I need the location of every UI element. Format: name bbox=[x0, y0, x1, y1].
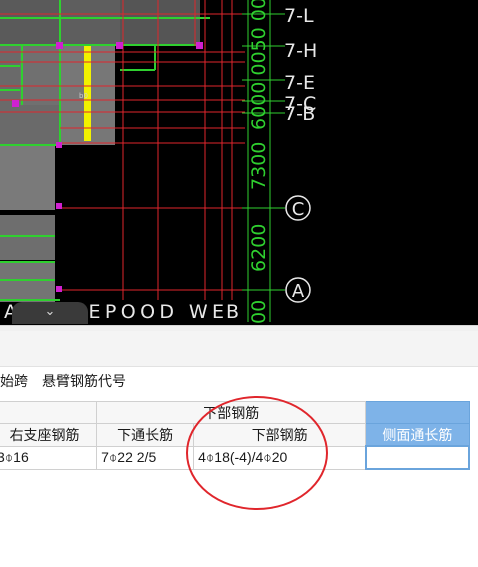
link-cantilever-code[interactable]: 悬臂钢筋代号 bbox=[42, 371, 126, 391]
column-header-side-through[interactable]: 侧面通长筋 bbox=[365, 423, 470, 447]
cell-right-support[interactable]: 3⌽16 bbox=[0, 445, 98, 470]
slab-block bbox=[0, 145, 55, 210]
axis-bubble-a[interactable]: A bbox=[285, 277, 311, 303]
cell-bottom-rebar[interactable]: 4⌽18(-4)/4⌽20 bbox=[193, 445, 367, 470]
axis-bubble-label: A bbox=[292, 281, 305, 302]
beam-properties-panel: 始跨 悬臂钢筋代号 下部钢筋 右支座钢筋 下通长筋 下部钢筋 侧面通长筋 3⌽1… bbox=[0, 331, 478, 567]
axis-labels: 7-L 7-H 7-E 7-C 7-B bbox=[284, 5, 317, 125]
dimension-text-6200: 6200 bbox=[248, 224, 270, 272]
slab-block bbox=[120, 0, 200, 45]
slab-block bbox=[0, 215, 55, 260]
chevron-down-icon: ⌄ bbox=[44, 303, 56, 318]
cad-drawing-canvas[interactable]: b0 6000 0050 0050 00 7300 6200 00 7-L 7-… bbox=[0, 0, 478, 325]
dimension-text-00: 00 bbox=[248, 300, 270, 324]
beam-tag: b0 bbox=[79, 92, 88, 100]
link-start-span[interactable]: 始跨 bbox=[0, 371, 28, 391]
table-row: 3⌽16 7⌽22 2/5 4⌽18(-4)/4⌽20 bbox=[0, 445, 471, 470]
axis-label: 7-E bbox=[284, 72, 315, 94]
cell-bottom-through[interactable]: 7⌽22 2/5 bbox=[96, 445, 195, 470]
column-header-right-support[interactable]: 右支座钢筋 bbox=[0, 423, 98, 447]
axis-bubble-label: C bbox=[292, 199, 305, 220]
dimension-text-7300: 7300 bbox=[248, 142, 270, 190]
axis-label: 7-L bbox=[284, 5, 314, 27]
table-header-group-row: 下部钢筋 bbox=[0, 401, 470, 424]
rebar-table: 下部钢筋 右支座钢筋 下通长筋 下部钢筋 侧面通长筋 3⌽16 7⌽22 2/5… bbox=[0, 401, 471, 470]
table-header-selected-group bbox=[365, 401, 470, 424]
slab-block bbox=[0, 105, 60, 145]
slab-block bbox=[60, 0, 120, 45]
axis-label: 7-B bbox=[284, 103, 315, 125]
axis-label: 7-H bbox=[284, 40, 317, 62]
panel-toolbar bbox=[0, 331, 478, 367]
cad-drawing[interactable]: b0 6000 0050 0050 00 7300 6200 00 7-L 7-… bbox=[0, 0, 478, 325]
dimension-text-top: 6000 0050 0050 00 bbox=[248, 0, 270, 130]
axis-bubble-c[interactable]: C bbox=[285, 195, 311, 221]
slab-block bbox=[20, 45, 60, 105]
table-group-header: 下部钢筋 bbox=[96, 401, 367, 424]
table-header-row: 右支座钢筋 下通长筋 下部钢筋 侧面通长筋 bbox=[0, 423, 470, 447]
collapse-panel-button[interactable]: ⌄ bbox=[12, 302, 88, 324]
slab-block bbox=[0, 45, 20, 105]
bottom-axis-text-b: B bbox=[226, 301, 239, 323]
slab-block bbox=[0, 0, 60, 45]
column-header-bottom-through[interactable]: 下通长筋 bbox=[96, 423, 195, 447]
table-header-empty bbox=[0, 401, 98, 424]
column-header-bottom-rebar[interactable]: 下部钢筋 bbox=[193, 423, 367, 447]
slab-block bbox=[0, 262, 55, 302]
cell-side-through[interactable] bbox=[364, 445, 471, 470]
